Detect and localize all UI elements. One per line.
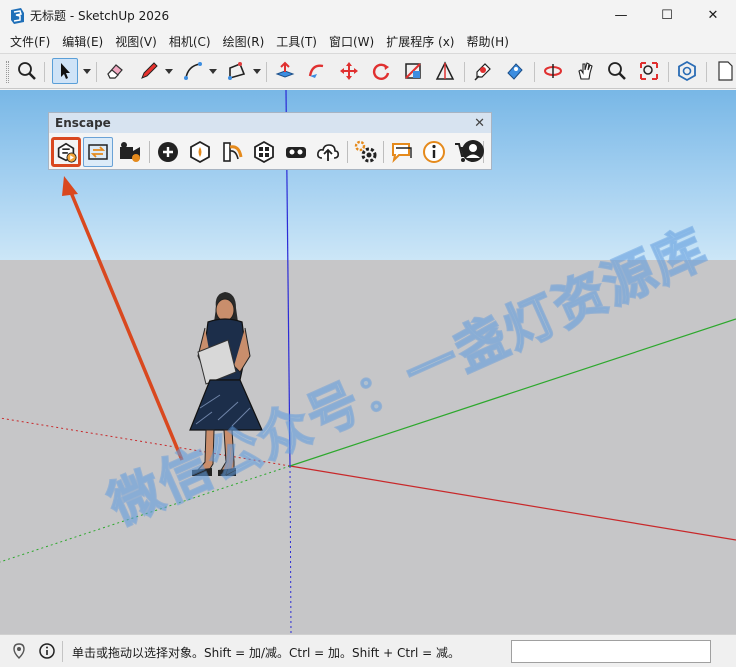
title-bar: 无标题 - SketchUp 2026 — ☐ ✕ xyxy=(0,0,736,31)
line-icon[interactable] xyxy=(180,58,206,84)
status-separator xyxy=(62,641,63,662)
toolbar-separator xyxy=(534,62,535,82)
asset-library-icon[interactable] xyxy=(185,137,215,167)
select-icon[interactable] xyxy=(52,58,78,84)
location-pin-icon[interactable] xyxy=(10,642,28,660)
walk-icon[interactable] xyxy=(540,58,566,84)
window-title: 无标题 - SketchUp 2026 xyxy=(30,9,170,23)
annotation-arrow xyxy=(62,176,184,461)
toolbar-separator xyxy=(44,62,45,82)
maximize-button[interactable]: ☐ xyxy=(644,0,690,31)
status-message: 单击或拖动以选择对象。Shift = 加/减。Ctrl = 加。Shift + … xyxy=(72,646,461,660)
push-pull-icon[interactable] xyxy=(272,58,298,84)
blue-axis-negative xyxy=(289,465,292,634)
chevron-down-icon[interactable] xyxy=(253,69,261,75)
red-axis xyxy=(289,465,736,541)
enscape-start-icon[interactable] xyxy=(51,137,81,167)
menu-tools[interactable]: 工具(T) xyxy=(270,31,323,53)
enscape-close-button[interactable]: ✕ xyxy=(474,114,485,134)
chevron-down-icon[interactable] xyxy=(165,69,173,75)
enscape-toolbar[interactable]: Enscape ✕ xyxy=(48,112,492,170)
follow-me-icon[interactable] xyxy=(304,58,330,84)
menu-view[interactable]: 视图(V) xyxy=(109,31,163,53)
minimize-button[interactable]: — xyxy=(598,0,644,31)
info-icon[interactable] xyxy=(38,642,56,660)
model-viewport[interactable] xyxy=(0,90,736,634)
menu-extensions[interactable]: 扩展程序 (x) xyxy=(380,31,460,53)
menu-draw[interactable]: 绘图(R) xyxy=(217,31,271,53)
toolbar-separator xyxy=(149,141,150,163)
enscape-title-label: Enscape xyxy=(55,116,111,130)
close-button[interactable]: ✕ xyxy=(690,0,736,31)
green-axis-negative xyxy=(0,465,291,563)
zoom-icon[interactable] xyxy=(604,58,630,84)
pencil-icon[interactable] xyxy=(136,58,162,84)
toolbar-separator xyxy=(706,62,707,82)
zoom-window-icon[interactable] xyxy=(636,58,662,84)
video-editor-icon[interactable] xyxy=(115,137,145,167)
toolbar-separator xyxy=(96,62,97,82)
status-bar: 单击或拖动以选择对象。Shift = 加/减。Ctrl = 加。Shift + … xyxy=(0,634,736,667)
measurements-input[interactable] xyxy=(511,640,711,663)
toolbar-separator xyxy=(668,62,669,82)
rectangle-icon[interactable] xyxy=(224,58,250,84)
info-icon[interactable] xyxy=(419,137,449,167)
chevron-down-icon[interactable] xyxy=(209,69,217,75)
live-update-icon[interactable] xyxy=(83,137,113,167)
account-icon[interactable] xyxy=(458,136,488,166)
paint-icon[interactable] xyxy=(470,58,496,84)
pan-icon[interactable] xyxy=(572,58,598,84)
add-asset-icon[interactable] xyxy=(153,137,183,167)
menu-help[interactable]: 帮助(H) xyxy=(460,31,514,53)
toolbar-separator xyxy=(347,141,348,163)
person-figure[interactable] xyxy=(189,292,263,476)
green-axis xyxy=(289,318,736,467)
rotate-icon[interactable] xyxy=(368,58,394,84)
menu-camera[interactable]: 相机(C) xyxy=(163,31,217,53)
material-editor-icon[interactable] xyxy=(217,137,247,167)
upload-icon[interactable] xyxy=(313,137,343,167)
chevron-down-icon[interactable] xyxy=(83,69,91,75)
feedback-icon[interactable] xyxy=(387,137,417,167)
hexagon-icon[interactable] xyxy=(674,58,700,84)
settings-icon[interactable] xyxy=(351,137,381,167)
new-file-icon[interactable] xyxy=(712,58,736,84)
menu-file[interactable]: 文件(F) xyxy=(4,31,56,53)
toolbar-separator xyxy=(464,62,465,82)
move-icon[interactable] xyxy=(336,58,362,84)
toolbar-separator xyxy=(266,62,267,82)
sketchup-logo-icon xyxy=(11,8,24,24)
toolbar-grip[interactable] xyxy=(6,61,9,83)
menu-window[interactable]: 窗口(W) xyxy=(323,31,380,53)
menu-bar: 文件(F) 编辑(E) 视图(V) 相机(C) 绘图(R) 工具(T) 窗口(W… xyxy=(0,31,736,53)
toolbar-separator xyxy=(383,141,384,163)
vr-icon[interactable] xyxy=(281,137,311,167)
zoom-extents-icon[interactable] xyxy=(14,58,40,84)
menu-edit[interactable]: 编辑(E) xyxy=(56,31,109,53)
main-toolbar xyxy=(0,53,736,89)
enscape-toolbar-title[interactable]: Enscape ✕ xyxy=(49,113,491,133)
triangle-icon[interactable] xyxy=(432,58,458,84)
section-plane-icon[interactable] xyxy=(400,58,426,84)
visual-settings-icon[interactable] xyxy=(249,137,279,167)
eraser-icon[interactable] xyxy=(102,58,128,84)
scene-canvas[interactable] xyxy=(0,90,736,634)
tag-icon[interactable] xyxy=(502,58,528,84)
